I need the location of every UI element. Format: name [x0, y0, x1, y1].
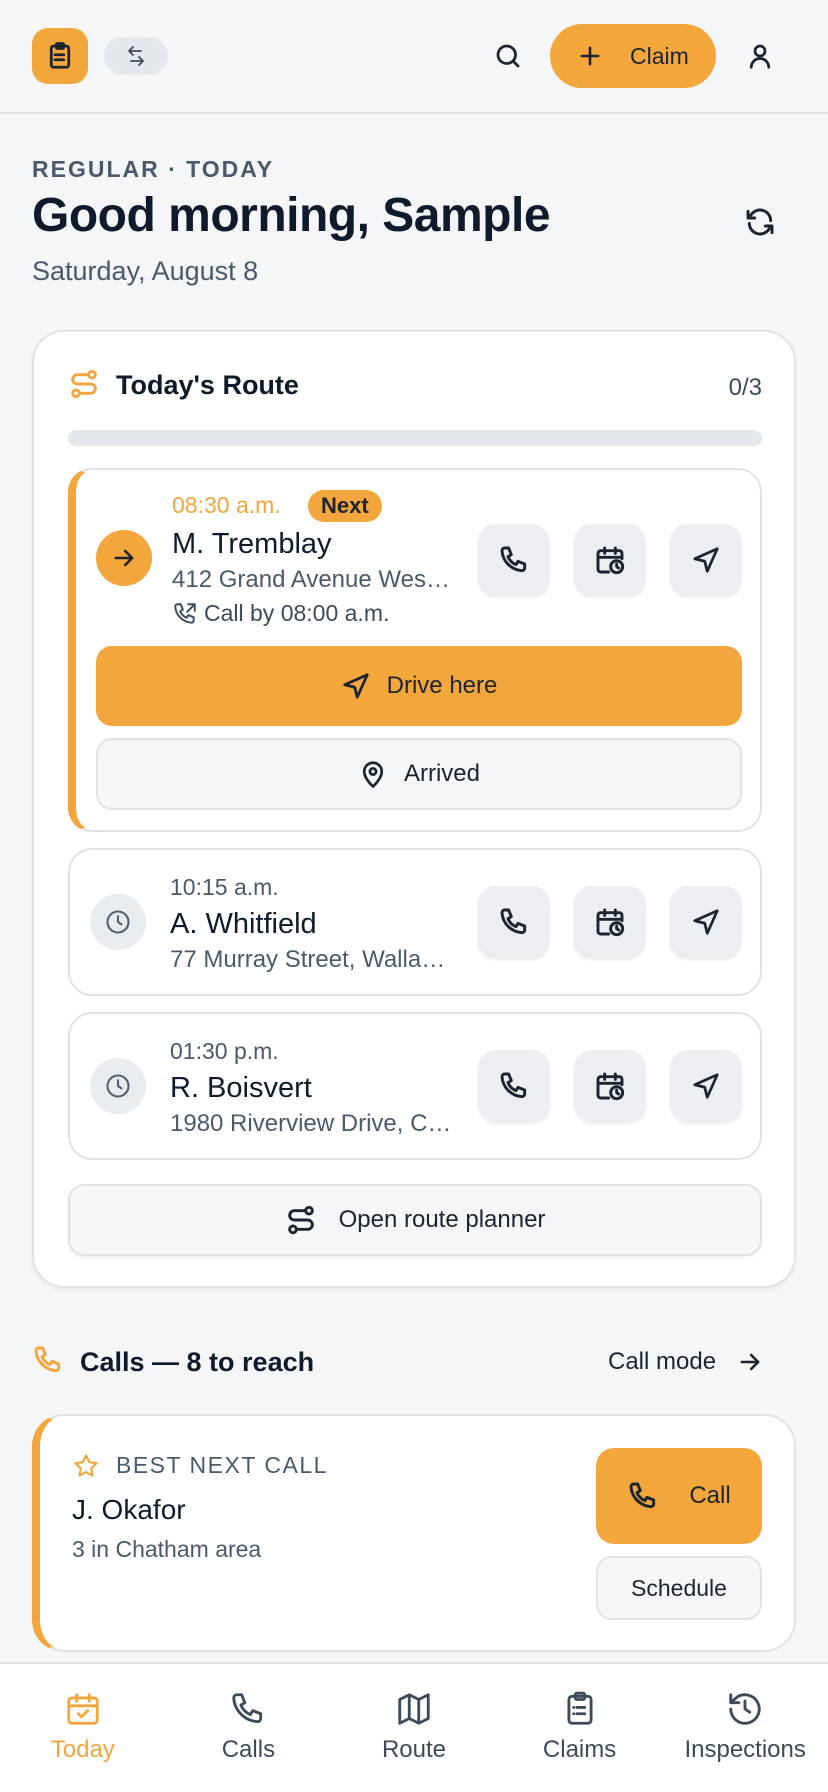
nav-tab-today[interactable]: Today: [0, 1664, 166, 1792]
call-stop-phone-icon[interactable]: [478, 524, 550, 596]
arrived-button[interactable]: Arrived: [96, 738, 742, 810]
nav-tab-route[interactable]: Route: [331, 1664, 497, 1792]
nav-tab-calls[interactable]: Calls: [166, 1664, 332, 1792]
page-title: Good morning, Sample: [32, 189, 551, 242]
stop-time: 08:30 a.m.: [172, 492, 281, 518]
route-progress-count: 0/3: [728, 374, 762, 401]
arrived-label: Arrived: [403, 760, 481, 787]
phone-outgoing-icon: [174, 602, 196, 624]
stop-name: R. Boisvert: [170, 1072, 312, 1104]
call-stop-phone-icon[interactable]: [478, 886, 550, 958]
best-next-call-label: BEST NEXT CALL: [116, 1452, 328, 1478]
new-claim-button[interactable]: Claim: [550, 24, 716, 88]
navigate-icon[interactable]: [670, 524, 742, 596]
stop-time: 10:15 a.m.: [170, 874, 279, 900]
nav-label: Calls: [221, 1736, 276, 1763]
refresh-icon[interactable]: [736, 198, 784, 246]
app-logo-clipboard-icon[interactable]: [32, 28, 88, 84]
nav-label: Route: [381, 1736, 446, 1763]
phone-icon: [629, 1482, 656, 1509]
call-mode-label: Call mode: [608, 1348, 717, 1375]
nav-tab-claims[interactable]: Claims: [497, 1664, 663, 1792]
navigate-icon[interactable]: [670, 886, 742, 958]
current-date: Saturday, August 8: [32, 256, 259, 286]
nav-tab-inspections[interactable]: Inspections: [662, 1664, 828, 1792]
calls-section-title: Calls — 8 to reach: [80, 1347, 315, 1377]
nav-label: Claims: [542, 1736, 617, 1763]
calendar-check-icon: [67, 1693, 99, 1725]
call-button[interactable]: Call: [596, 1448, 762, 1544]
arrow-right-icon: [96, 530, 152, 586]
route-stop[interactable]: 10:15 a.m. A. Whitfield 77 Murray Street…: [68, 848, 762, 996]
contact-area: 3 in Chatham area: [72, 1536, 262, 1562]
map-pin-icon: [362, 761, 384, 788]
schedule-button[interactable]: Schedule: [596, 1556, 762, 1620]
map-icon: [398, 1693, 430, 1725]
plus-icon: [580, 46, 600, 66]
drive-here-label: Drive here: [386, 672, 498, 699]
call-by-text: Call by 08:00 a.m.: [204, 600, 390, 626]
call-button-label: Call: [689, 1482, 731, 1509]
open-route-planner-button[interactable]: Open route planner: [68, 1184, 762, 1256]
clock-icon: [90, 894, 146, 950]
route-stop-next[interactable]: 08:30 a.m. Next M. Tremblay 412 Grand Av…: [68, 468, 762, 832]
call-mode-link[interactable]: Call mode: [608, 1340, 764, 1384]
next-badge: Next: [308, 490, 382, 522]
arrow-right-icon: [740, 1353, 760, 1371]
route-icon: [68, 368, 100, 400]
user-profile-icon[interactable]: [736, 32, 784, 80]
best-next-call-card: BEST NEXT CALL J. Okafor 3 in Chatham ar…: [32, 1414, 796, 1652]
route-progress-bar: [68, 430, 762, 446]
route-stop[interactable]: 01:30 p.m. R. Boisvert 1980 Riverview Dr…: [68, 1012, 762, 1160]
clock-icon: [90, 1058, 146, 1114]
clipboard-icon: [567, 1691, 593, 1725]
open-route-planner-label: Open route planner: [338, 1206, 546, 1233]
phone-icon: [232, 1693, 263, 1724]
reschedule-calendar-clock-icon[interactable]: [574, 1050, 646, 1122]
search-icon[interactable]: [484, 32, 532, 80]
nav-label: Inspections: [684, 1736, 806, 1763]
bottom-navigation: Today Calls Route Claims Inspections: [0, 1662, 828, 1792]
switch-mode-arrows-icon[interactable]: [104, 37, 168, 75]
stop-time: 01:30 p.m.: [170, 1038, 279, 1064]
new-claim-label: Claim: [630, 42, 689, 69]
nav-label: Today: [50, 1736, 115, 1763]
star-icon: [72, 1452, 100, 1480]
stop-address: 1980 Riverview Drive, Chatham: [170, 1110, 452, 1137]
call-stop-phone-icon[interactable]: [478, 1050, 550, 1122]
contact-name: J. Okafor: [72, 1494, 186, 1525]
phone-icon: [32, 1344, 64, 1376]
navigate-icon[interactable]: [670, 1050, 742, 1122]
stop-address: 412 Grand Avenue West, Chatham: [172, 566, 452, 593]
reschedule-calendar-clock-icon[interactable]: [574, 886, 646, 958]
history-icon: [729, 1693, 761, 1725]
top-bar: Claim: [0, 0, 828, 114]
route-title: Today's Route: [116, 370, 299, 400]
greeting-kicker: REGULAR · TODAY: [32, 156, 275, 182]
route-icon: [287, 1205, 314, 1235]
call-by-note: Call by 08:00 a.m.: [172, 600, 389, 627]
navigate-icon: [343, 673, 369, 699]
reschedule-calendar-clock-icon[interactable]: [574, 524, 646, 596]
stop-address: 77 Murray Street, Wallaceburg: [170, 946, 446, 973]
todays-route-card: Today's Route 0/3 08:30 a.m. Next M. Tre…: [32, 330, 796, 1288]
drive-here-button[interactable]: Drive here: [96, 646, 742, 726]
stop-name: A. Whitfield: [170, 908, 317, 940]
stop-name: M. Tremblay: [172, 528, 332, 560]
